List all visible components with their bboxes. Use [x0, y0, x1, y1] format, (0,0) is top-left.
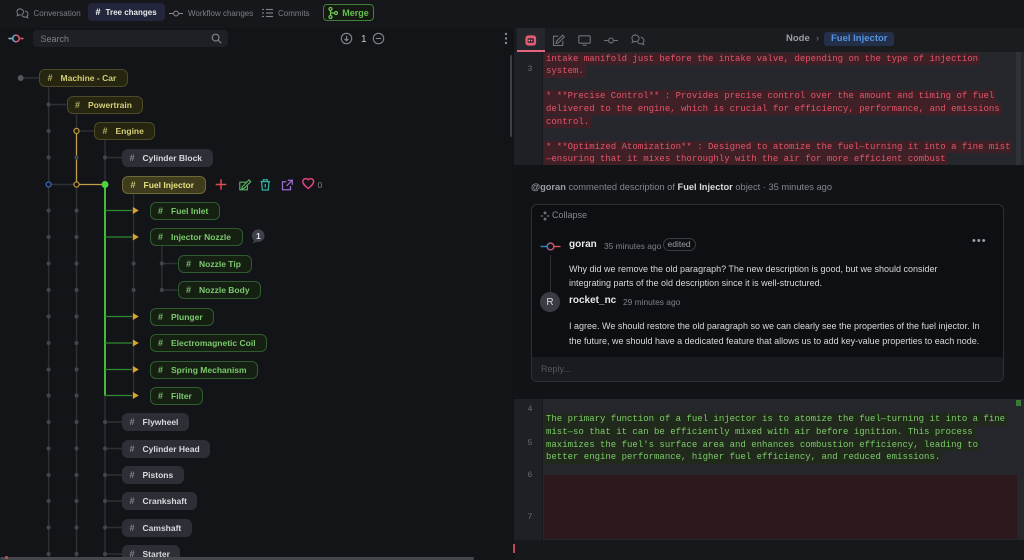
svg-text:0: 0	[318, 180, 323, 190]
svg-text:1: 1	[256, 231, 261, 241]
